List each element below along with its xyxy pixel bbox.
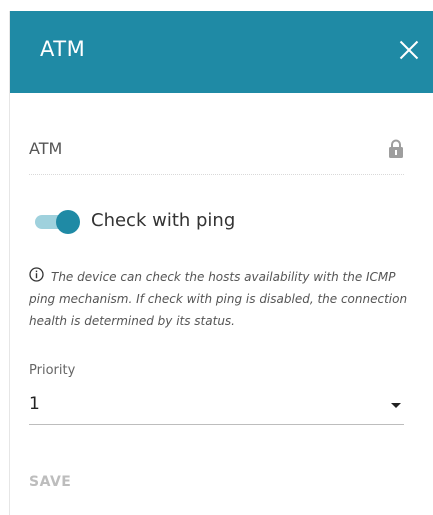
chevron-down-icon xyxy=(391,403,401,408)
toggle-thumb xyxy=(56,210,80,234)
settings-panel: ATM xyxy=(9,11,433,515)
panel-header: ATM xyxy=(10,11,433,93)
atm-field-value: ATM xyxy=(29,139,63,158)
save-button[interactable]: SAVE xyxy=(29,474,71,490)
priority-select[interactable]: 1 xyxy=(29,386,404,425)
lock-icon xyxy=(389,139,403,158)
ping-toggle-label: Check with ping xyxy=(91,210,236,231)
atm-field: ATM xyxy=(29,134,404,175)
priority-label: Priority xyxy=(29,363,76,378)
priority-value: 1 xyxy=(29,394,40,414)
panel-title: ATM xyxy=(40,37,86,61)
ping-toggle[interactable] xyxy=(32,210,80,234)
ping-info-text: The device can check the hosts availabil… xyxy=(29,270,408,328)
close-icon[interactable] xyxy=(398,39,420,61)
